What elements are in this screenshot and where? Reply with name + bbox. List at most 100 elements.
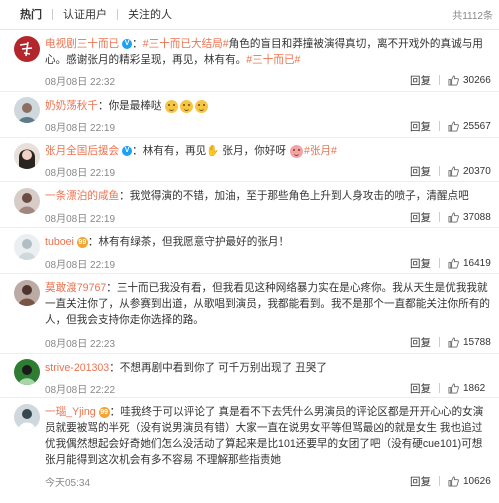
like-count: 30266 [463,74,491,86]
action-divider [439,75,440,85]
comment-actions: 回复 30266 [410,73,491,88]
action-divider [439,476,440,486]
comment-username[interactable]: 一瑙_Yjing [45,406,96,418]
comment-username[interactable]: 奶奶荡秋千 [45,100,98,112]
like-count: 10626 [463,475,491,487]
wave-hand-icon: ✋ [206,145,220,157]
comment-username[interactable]: 电视剧三十而已 [45,38,119,50]
like-button[interactable]: 30266 [448,75,491,86]
comment-time: 08月08日 22:19 [45,259,116,271]
comment-time: 08月08日 22:32 [45,76,116,88]
avatar[interactable] [14,188,40,214]
comment-body: 一瑙_Yjing 99 ：哇我终于可以评论了 真是看不下去凭什么男演员的评论区都是… [45,404,491,468]
comment-body: tuboei 99 ：林有有绿茶，但我愿意守护最好的张月！ [45,234,491,250]
action-divider [439,337,440,347]
comment-username[interactable]: tuboei [45,236,74,248]
reply-button[interactable]: 回复 [410,381,431,396]
comment-filter-tabs: 热门 认证用户 关注的人 共1112条 [0,0,499,30]
comment-item: 奶奶荡秋千：你是最棒哒 08月08日 22:19 回复 25567 [0,92,499,138]
avatar[interactable] [14,404,40,430]
reply-button[interactable]: 回复 [410,474,431,489]
comment-separator: ： [132,145,143,157]
smile-emoji-icon [165,99,179,113]
thumbs-up-icon [448,258,459,268]
like-button[interactable]: 20370 [448,166,491,177]
action-divider [439,166,440,176]
action-divider [439,258,440,268]
comment-separator: ： [87,236,99,248]
thumbs-up-icon [448,476,459,486]
smile-emoji-icon [180,99,194,113]
comment-actions: 回复 16419 [410,256,491,271]
avatar[interactable] [14,234,40,260]
comment-time: 08月08日 22:22 [45,384,116,396]
comment-text: 张月，你好呀 [222,145,286,157]
comment-meta: 08月08日 22:32 回复 30266 [45,73,491,88]
like-button[interactable]: 25567 [448,121,491,132]
member-badge-icon: 99 [76,236,88,248]
avatar[interactable] [14,143,40,169]
thumbs-up-icon [448,121,459,131]
comment-text: 你是最棒哒 [108,100,162,112]
comment-item: 莫敢渡79767：三十而已我没有看，但我看见这种网络暴力实在是心疼你。我从天生是… [0,274,499,354]
like-button[interactable]: 16419 [448,258,491,269]
thumbs-up-icon [448,75,459,85]
avatar[interactable] [14,359,40,385]
verified-icon: V [122,146,133,157]
comment-text: 林有有，再见 [142,145,207,157]
like-button[interactable]: 1862 [448,383,491,394]
thumbs-up-icon [448,212,459,222]
tab-verified-users[interactable]: 认证用户 [53,8,117,22]
comment-actions: 回复 20370 [410,164,491,179]
smile-emoji-icon [195,99,209,113]
reply-button[interactable]: 回复 [410,256,431,271]
comment-meta: 08月08日 22:22 回复 1862 [45,381,491,396]
like-count: 16419 [463,257,491,269]
avatar[interactable] [14,280,40,306]
reply-button[interactable]: 回复 [410,164,431,179]
reply-button[interactable]: 回复 [410,335,431,350]
comment-username[interactable]: strive-201303 [45,362,109,374]
like-button[interactable]: 15788 [448,337,491,348]
tab-hot[interactable]: 热门 [16,8,52,22]
hashtag-link[interactable]: #三十而已大结局# [143,38,229,50]
reply-button[interactable]: 回复 [410,210,431,225]
comment-total: 共1112条 [452,11,493,22]
comment-time: 08月08日 22:23 [45,338,116,350]
comment-username[interactable]: 莫敢渡79767 [45,282,106,294]
comment-meta: 08月08日 22:19 回复 16419 [45,256,491,271]
comment-username[interactable]: 张月全国后援会 [45,145,119,157]
avatar[interactable] [14,97,40,123]
comment-item: 电视剧三十而已 V ：#三十而已大结局#角色的盲目和莽撞被演得真切，离不开戏外的真… [0,30,499,92]
like-count: 1862 [463,382,486,394]
comment-actions: 回复 15788 [410,335,491,350]
comment-text: 我觉得演的不错，加油，至于那些角色上升到人身攻击的喷子，清醒点吧 [129,190,469,202]
comment-item: tuboei 99 ：林有有绿茶，但我愿意守护最好的张月！ 08月08日 22:1… [0,228,499,274]
hashtag-link[interactable]: #张月# [304,145,337,157]
comment-separator: ： [132,38,143,50]
comment-actions: 回复 1862 [410,381,491,396]
thumbs-up-icon [448,166,459,176]
comment-actions: 回复 10626 [410,474,491,489]
comment-meta: 08月08日 22:19 回复 20370 [45,164,491,179]
thumbs-up-icon [448,337,459,347]
comment-time: 08月08日 22:19 [45,122,116,134]
comment-item: 一条漂泊的咸鱼：我觉得演的不错，加油，至于那些角色上升到人身攻击的喷子，清醒点吧… [0,182,499,228]
hashtag-link[interactable]: #三十而已# [246,54,300,66]
comment-body: 一条漂泊的咸鱼：我觉得演的不错，加油，至于那些角色上升到人身攻击的喷子，清醒点吧 [45,188,491,204]
comment-meta: 08月08日 22:19 回复 37088 [45,210,491,225]
comment-body: 电视剧三十而已 V ：#三十而已大结局#角色的盲目和莽撞被演得真切，离不开戏外的真… [45,36,491,68]
reply-button[interactable]: 回复 [410,73,431,88]
avatar[interactable] [14,36,40,62]
tab-following[interactable]: 关注的人 [118,8,182,22]
like-button[interactable]: 37088 [448,212,491,223]
thumbs-up-icon [448,383,459,393]
like-count: 20370 [463,165,491,177]
reply-button[interactable]: 回复 [410,119,431,134]
action-divider [439,383,440,393]
comment-body: 张月全国后援会 V ：林有有，再见✋ 张月，你好呀 #张月# [45,143,491,159]
comment-separator: ： [106,282,117,294]
like-button[interactable]: 10626 [448,476,491,487]
comment-username[interactable]: 一条漂泊的咸鱼 [45,190,119,202]
comment-time: 08月08日 22:19 [45,167,116,179]
